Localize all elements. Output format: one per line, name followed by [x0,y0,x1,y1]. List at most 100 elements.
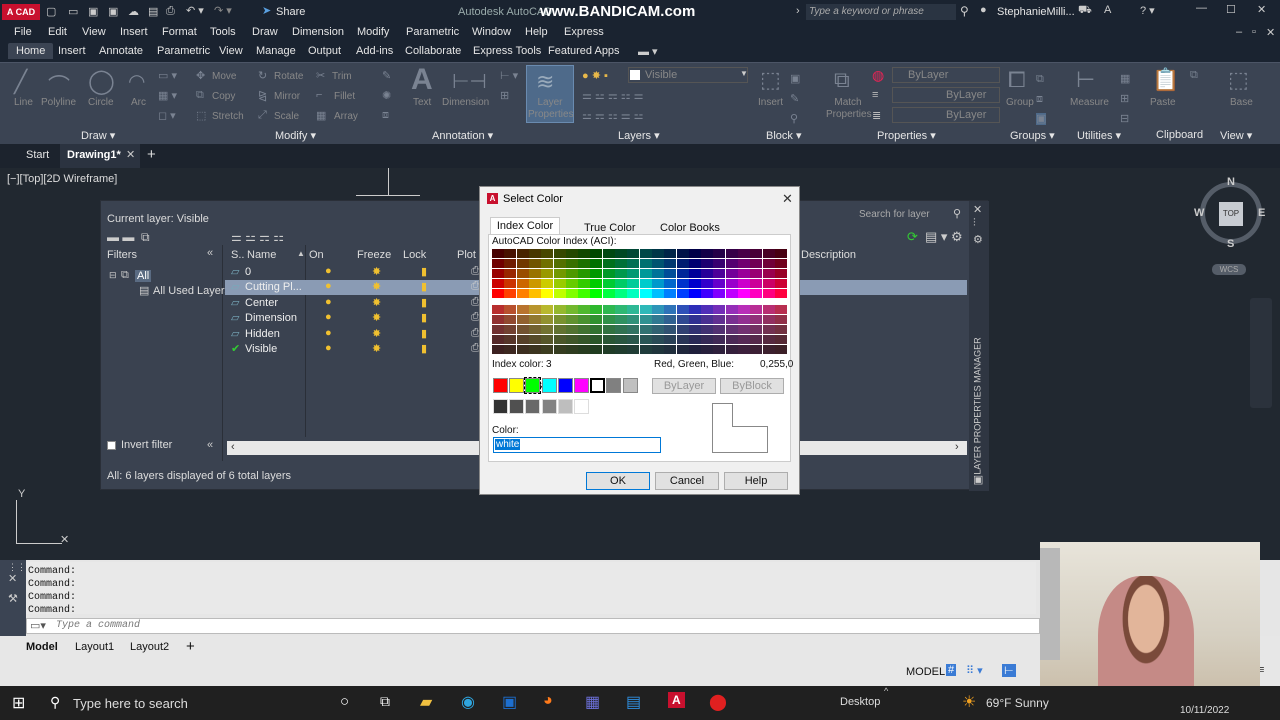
aci-color-cell[interactable] [516,269,529,278]
aci-color-cell[interactable] [713,259,726,268]
aci-color-cell[interactable] [504,345,517,354]
aci-color-cell[interactable] [553,249,566,258]
aci-palette-light[interactable] [492,305,788,355]
trim-icon[interactable]: ✂ [316,69,325,82]
undo-icon[interactable]: ↶ ▾ [186,4,204,17]
aci-color-cell[interactable] [713,289,726,298]
standard-color-swatch[interactable] [557,378,573,393]
aci-color-cell[interactable] [750,249,763,258]
aci-color-cell[interactable] [578,315,591,324]
aci-color-cell[interactable] [676,335,689,344]
aci-color-cell[interactable] [762,305,775,314]
firefox-icon[interactable]: ◕ [543,692,553,710]
column-on[interactable]: On [309,249,324,261]
base-icon[interactable]: ⬚ [1228,67,1249,93]
layer-on-bulb-icon[interactable]: ● [325,265,332,277]
insert-icon[interactable]: ⬚ [760,67,781,93]
aci-color-cell[interactable] [590,315,603,324]
help-button[interactable]: Help [724,472,788,490]
aci-color-cell[interactable] [578,345,591,354]
aci-color-cell[interactable] [615,315,627,324]
aci-color-cell[interactable] [627,279,640,288]
standard-color-swatch[interactable] [574,378,589,393]
aci-color-cell[interactable] [627,289,640,298]
aci-color-cell[interactable] [651,305,664,314]
doc-restore-icon[interactable]: ▫ [1252,26,1256,38]
aci-color-cell[interactable] [651,315,664,324]
aci-color-cell[interactable] [651,279,664,288]
aci-color-cell[interactable] [578,249,591,258]
copy-icon[interactable]: ⧉ [196,89,204,102]
layer-on-bulb-icon[interactable]: ● [325,311,332,323]
aci-color-cell[interactable] [725,305,738,314]
aci-color-cell[interactable] [615,325,627,334]
aci-color-cell[interactable] [750,289,763,298]
byblock-button[interactable]: ByBlock [720,378,784,394]
layer-tool-icons[interactable]: ⚌ ⚍ ⚎ ⚏ [231,230,284,244]
aci-color-cell[interactable] [541,249,554,258]
tree-expand-icon[interactable]: ⊟ [109,270,117,281]
layer-on-bulb-icon[interactable]: ● [325,327,332,339]
aci-color-cell[interactable] [676,315,689,324]
dialog-close-icon[interactable]: ✕ [782,191,793,207]
aci-color-cell[interactable] [602,305,615,314]
aci-color-cell[interactable] [590,345,603,354]
aci-color-cell[interactable] [565,269,578,278]
store-icon[interactable]: ▤ [626,692,641,712]
tab-addins[interactable]: Add-ins [356,45,393,57]
table-icon[interactable]: ⊞ [500,89,509,102]
modify-panel-title[interactable]: Modify ▾ [275,129,316,142]
aci-color-cell[interactable] [504,325,517,334]
aci-color-cell[interactable] [762,345,775,354]
minimize-icon[interactable]: — [1196,2,1207,14]
aci-color-cell[interactable] [492,279,504,288]
taskbar-search-icon[interactable]: ⚲ [50,694,60,711]
tab-color-books[interactable]: Color Books [660,222,720,234]
grid-icon[interactable]: # [946,664,957,676]
snap-icon[interactable]: ⠿ ▾ [966,664,983,677]
aci-color-cell[interactable] [565,325,578,334]
aci-color-cell[interactable] [713,279,726,288]
tab-express-tools[interactable]: Express Tools [473,45,541,57]
aci-color-cell[interactable] [492,305,504,314]
collapse-left-icon[interactable]: « [207,439,213,451]
layers-panel-title[interactable]: Layers ▾ [618,129,660,142]
aci-color-cell[interactable] [565,279,578,288]
aci-color-cell[interactable] [528,289,541,298]
aci-color-cell[interactable] [590,289,603,298]
aci-color-cell[interactable] [627,325,640,334]
aci-color-cell[interactable] [762,315,775,324]
autodesk-app-icon[interactable]: A [1104,4,1111,16]
invert-filter-checkbox[interactable] [107,441,116,450]
autocad-taskbar-icon[interactable]: A [668,692,685,708]
edge-icon[interactable]: ◉ [461,692,475,712]
layer-name[interactable]: Hidden [245,328,280,340]
task-view-icon[interactable]: ⧉ [380,693,390,710]
save-icon[interactable]: ▣ [88,5,98,18]
aci-color-cell[interactable] [713,345,726,354]
aci-color-cell[interactable] [639,305,652,314]
menu-draw[interactable]: Draw [252,26,278,38]
aci-color-cell[interactable] [738,259,750,268]
aci-color-cell[interactable] [578,279,591,288]
aci-color-cell[interactable] [492,289,504,298]
aci-color-cell[interactable] [750,335,763,344]
aci-color-cell[interactable] [528,305,541,314]
aci-color-cell[interactable] [713,249,726,258]
aci-color-cell[interactable] [725,289,738,298]
close-icon[interactable]: ✕ [1257,3,1266,16]
aci-color-cell[interactable] [541,335,554,344]
palette-menu-icon[interactable]: ▣ [973,473,983,486]
aci-color-cell[interactable] [651,345,664,354]
aci-color-cell[interactable] [651,249,664,258]
tab-manage[interactable]: Manage [256,45,296,57]
viewcube-west[interactable]: W [1194,207,1204,219]
scroll-right-icon[interactable]: › [955,441,959,453]
aci-color-cell[interactable] [676,345,689,354]
palette-settings-icon[interactable]: ⚙ [973,233,983,246]
desktop-label[interactable]: Desktop [840,696,880,708]
aci-color-cell[interactable] [688,305,701,314]
ok-button[interactable]: OK [586,472,650,490]
aci-color-cell[interactable] [578,259,591,268]
aci-color-cell[interactable] [528,315,541,324]
